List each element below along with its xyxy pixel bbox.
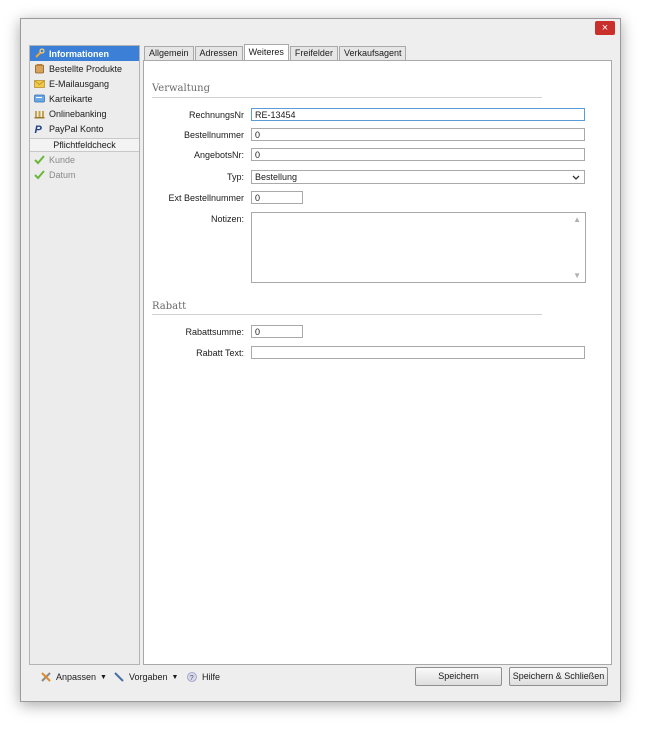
rabatt-text-label: Rabatt Text: [196, 348, 244, 358]
hilfe-label: Hilfe [202, 672, 221, 682]
angebotsnr-label: AngebotsNr: [193, 150, 244, 160]
typ-select-value: Bestellung [255, 172, 298, 182]
vorgaben-label: Vorgaben [129, 672, 168, 682]
speichern-schliessen-button[interactable]: Speichern & Schließen [509, 667, 608, 686]
wand-icon [114, 672, 124, 682]
hilfe-button[interactable]: ? Hilfe [186, 671, 220, 683]
bestellnummer-input[interactable]: 0 [251, 128, 585, 141]
speichern-button[interactable]: Speichern [415, 667, 502, 686]
sidebar-item-label: E-Mailausgang [49, 78, 110, 89]
check-item-label: Datum [49, 169, 76, 180]
sidebar-item-label: PayPal Konto [49, 123, 104, 134]
rechnungsnr-label: RechnungsNr [188, 110, 244, 120]
anpassen-menu[interactable]: Anpassen ▼ [40, 671, 107, 683]
rabatt-text-input[interactable] [251, 346, 585, 359]
ext-bestellnummer-input[interactable]: 0 [251, 191, 303, 204]
check-item-label: Kunde [49, 154, 76, 165]
typ-select[interactable]: Bestellung [251, 170, 585, 184]
tab-verkaufsagent[interactable]: Verkaufsagent [338, 46, 407, 60]
sidebar-item-bestellte-produkte[interactable]: Bestellte Produkte [30, 61, 139, 76]
pflichtfeldcheck-header: Pflichtfeldcheck [30, 138, 139, 152]
box-icon [35, 64, 44, 74]
help-icon: ? [187, 672, 197, 682]
sidebar-item-e-mailausgang[interactable]: E-Mailausgang [30, 76, 139, 91]
anpassen-label: Anpassen [56, 672, 97, 682]
sidebar-item-label: Bestellte Produkte [49, 63, 123, 74]
angebotsnr-input[interactable]: 0 [251, 148, 585, 161]
group-title-verwaltung: Verwaltung [152, 83, 211, 94]
chevron-down-icon [572, 175, 580, 180]
sidebar-item-karteikarte[interactable]: Karteikarte [30, 91, 139, 106]
card-icon [34, 94, 45, 103]
divider [152, 97, 542, 98]
caret-down-icon: ▼ [100, 673, 107, 681]
tab-allgemein[interactable]: Allgemein [144, 46, 194, 60]
bank-icon [34, 111, 45, 119]
typ-label: Typ: [226, 172, 244, 182]
divider [152, 314, 542, 315]
rechnungsnr-input[interactable]: RE-13454 [251, 108, 585, 121]
wrench-icon [35, 48, 45, 58]
tab-adressen[interactable]: Adressen [194, 46, 243, 60]
sidebar-item-label: Karteikarte [49, 93, 93, 104]
svg-text:P: P [35, 124, 43, 134]
close-icon: × [601, 22, 609, 34]
notizen-textarea[interactable]: ▲ ▼ [251, 212, 586, 283]
caret-down-icon: ▼ [171, 673, 179, 681]
sidebar-item-informationen[interactable]: Informationen [30, 46, 139, 61]
checkmark-icon [34, 170, 45, 180]
close-button[interactable]: × [595, 21, 615, 35]
rabattsumme-label: Rabattsumme: [185, 327, 244, 337]
scroll-up-icon[interactable]: ▲ [573, 215, 581, 224]
paypal-icon: P [35, 124, 43, 134]
vorgaben-menu[interactable]: Vorgaben ▼ [113, 671, 178, 683]
tab-bar: Allgemein Adressen Weiteres Freifelder V… [144, 44, 407, 60]
tab-weiteres[interactable]: Weiteres [243, 44, 289, 60]
svg-text:?: ? [190, 675, 194, 682]
tab-freifelder[interactable]: Freifelder [289, 46, 338, 60]
scroll-down-icon[interactable]: ▼ [573, 271, 581, 280]
notizen-label: Notizen: [210, 214, 244, 224]
tools-icon [41, 672, 51, 682]
sidebar-item-label: Informationen [49, 48, 109, 59]
ext-bestellnummer-label: Ext Bestellnummer [168, 193, 244, 203]
bestellnummer-label: Bestellnummer [183, 130, 244, 140]
sidebar: Informationen Bestellte Produkte E-Maila… [29, 45, 140, 665]
group-title-rabatt: Rabatt [152, 301, 187, 312]
checkmark-icon [34, 155, 45, 165]
sidebar-item-onlinebanking[interactable]: Onlinebanking [30, 106, 139, 121]
dialog-window: × Informationen Bestellte Produkte E-Mai… [20, 18, 621, 702]
rabattsumme-input[interactable]: 0 [251, 325, 303, 338]
check-item-kunde: Kunde [30, 152, 139, 167]
sidebar-item-label: Onlinebanking [49, 108, 107, 119]
tab-content-panel: Verwaltung RechnungsNr RE-13454 Bestelln… [143, 60, 612, 665]
mail-icon [34, 80, 45, 88]
sidebar-item-paypal-konto[interactable]: P PayPal Konto [30, 121, 139, 136]
check-item-datum: Datum [30, 167, 139, 182]
